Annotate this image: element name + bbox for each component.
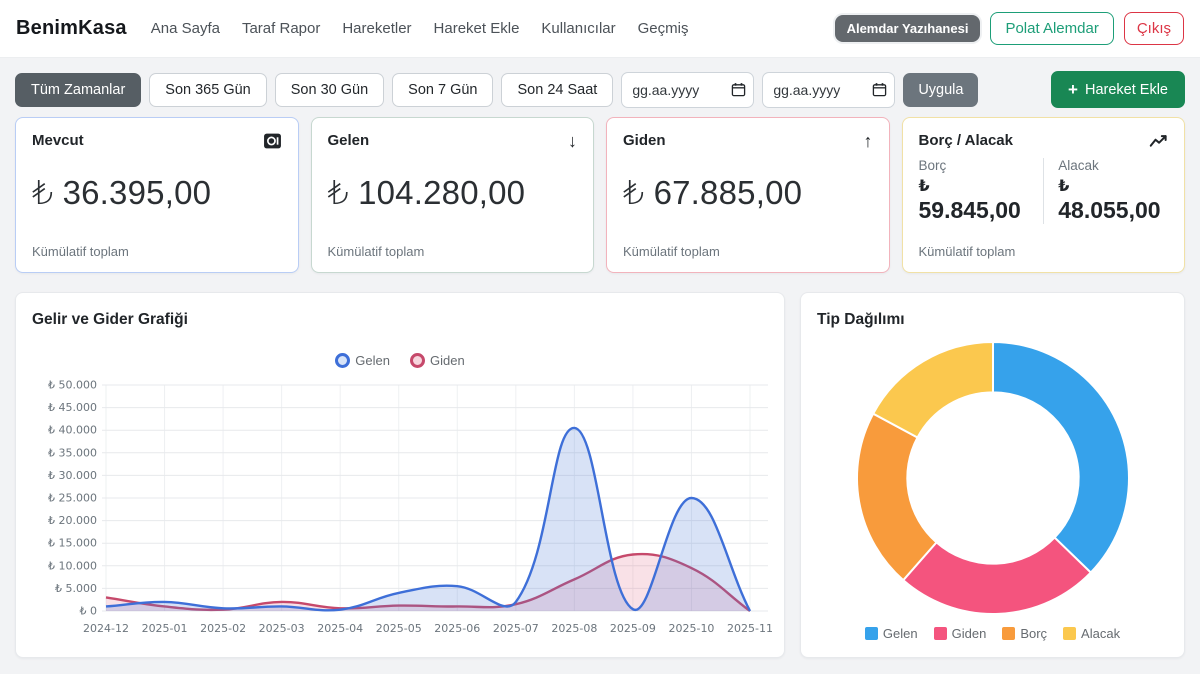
legend-label: Giden bbox=[952, 626, 987, 641]
arrow-up-icon: ↑ bbox=[864, 132, 873, 150]
borc-alacak-columns: Borç ₺ 59.845,00 Alacak ₺ 48.055,00 bbox=[919, 158, 1169, 224]
date-from-wrap bbox=[621, 72, 754, 108]
card-mevcut-subtitle: Kümülatif toplam bbox=[32, 244, 129, 259]
legend-marker bbox=[865, 627, 878, 640]
arrow-down-icon: ↓ bbox=[568, 132, 577, 150]
card-borc-alacak: Borç / Alacak Borç ₺ 59.845,00 Alacak ₺ … bbox=[902, 117, 1186, 273]
range-button-tum-zamanlar[interactable]: Tüm Zamanlar bbox=[15, 73, 141, 107]
borc-label: Borç bbox=[919, 158, 1036, 173]
nav-item-hareket-ekle[interactable]: Hareket Ekle bbox=[434, 20, 520, 37]
date-to-wrap bbox=[762, 72, 895, 108]
card-gelen: Gelen ↓ ₺ 104.280,00 Kümülatif toplam bbox=[311, 117, 595, 273]
dashboard-page: BenimKasa Ana Sayfa Taraf Rapor Hareketl… bbox=[0, 0, 1200, 674]
legend-item-alacak[interactable]: Alacak bbox=[1063, 626, 1120, 641]
line-chart-canvas bbox=[28, 377, 772, 639]
add-hareket-button[interactable]: + Hareket Ekle bbox=[1051, 71, 1185, 108]
legend-item-gelen[interactable]: Gelen bbox=[335, 353, 390, 368]
legend-label: Alacak bbox=[1081, 626, 1120, 641]
alacak-label: Alacak bbox=[1058, 158, 1160, 173]
filter-bar: Tüm Zamanlar Son 365 Gün Son 30 Gün Son … bbox=[15, 71, 1185, 108]
top-navbar: BenimKasa Ana Sayfa Taraf Rapor Hareketl… bbox=[0, 0, 1200, 58]
nav-item-ana-sayfa[interactable]: Ana Sayfa bbox=[151, 20, 220, 37]
legend-label: Borç bbox=[1020, 626, 1047, 641]
card-mevcut-title: Mevcut bbox=[32, 132, 282, 149]
legend-item-giden[interactable]: Giden bbox=[410, 353, 465, 368]
charts-row: Gelir ve Gider Grafiği Gelen Giden Tip Da… bbox=[15, 292, 1185, 658]
borc-column: Borç ₺ 59.845,00 bbox=[919, 158, 1044, 224]
card-giden-title: Giden bbox=[623, 132, 873, 149]
line-chart-card: Gelir ve Gider Grafiği Gelen Giden bbox=[15, 292, 785, 658]
borc-value: 59.845,00 bbox=[919, 197, 1036, 224]
alacak-currency: ₺ bbox=[1058, 176, 1160, 196]
org-badge: Alemdar Yazıhanesi bbox=[835, 15, 981, 42]
calendar-icon bbox=[872, 82, 887, 97]
card-giden-subtitle: Kümülatif toplam bbox=[623, 244, 720, 259]
range-button-son-30-gun[interactable]: Son 30 Gün bbox=[275, 73, 384, 107]
legend-label: Gelen bbox=[883, 626, 918, 641]
legend-label: Gelen bbox=[355, 353, 390, 368]
calendar-icon bbox=[731, 82, 746, 97]
safe-icon bbox=[263, 132, 282, 156]
card-mevcut: Mevcut ₺ 36.395,00 Kümülatif toplam bbox=[15, 117, 299, 273]
donut-chart-canvas bbox=[819, 337, 1167, 617]
line-chart-title: Gelir ve Gider Grafiği bbox=[32, 311, 188, 329]
card-giden-value: ₺ 67.885,00 bbox=[623, 173, 873, 212]
nav-item-hareketler[interactable]: Hareketler bbox=[342, 20, 411, 37]
borc-currency: ₺ bbox=[919, 176, 1036, 196]
nav-item-taraf-rapor[interactable]: Taraf Rapor bbox=[242, 20, 320, 37]
card-gelen-title: Gelen bbox=[328, 132, 578, 149]
add-hareket-label: Hareket Ekle bbox=[1085, 82, 1168, 98]
brand-logo[interactable]: BenimKasa bbox=[16, 17, 127, 40]
legend-marker bbox=[410, 353, 425, 368]
donut-chart-legend: Gelen Giden Borç Alacak bbox=[801, 626, 1184, 641]
apply-button[interactable]: Uygula bbox=[903, 73, 978, 107]
alacak-column: Alacak ₺ 48.055,00 bbox=[1043, 158, 1168, 224]
line-chart-legend: Gelen Giden bbox=[16, 353, 784, 368]
card-borc-alacak-subtitle: Kümülatif toplam bbox=[919, 244, 1016, 259]
chart-line-icon bbox=[1149, 132, 1168, 156]
card-borc-alacak-title: Borç / Alacak bbox=[919, 132, 1169, 149]
card-gelen-value: ₺ 104.280,00 bbox=[328, 173, 578, 212]
donut-chart-card: Tip Dağılımı Gelen Giden Borç Alacak bbox=[800, 292, 1185, 658]
legend-marker bbox=[335, 353, 350, 368]
legend-item-giden[interactable]: Giden bbox=[934, 626, 987, 641]
legend-marker bbox=[934, 627, 947, 640]
user-button[interactable]: Polat Alemdar bbox=[990, 12, 1113, 45]
legend-item-borç[interactable]: Borç bbox=[1002, 626, 1047, 641]
navbar-right: Alemdar Yazıhanesi Polat Alemdar Çıkış bbox=[835, 12, 1184, 45]
legend-marker bbox=[1002, 627, 1015, 640]
legend-marker bbox=[1063, 627, 1076, 640]
card-gelen-subtitle: Kümülatif toplam bbox=[328, 244, 425, 259]
plus-icon: + bbox=[1068, 81, 1078, 98]
range-button-son-365-gun[interactable]: Son 365 Gün bbox=[149, 73, 266, 107]
donut-chart-title: Tip Dağılımı bbox=[817, 311, 905, 329]
nav-item-kullanicilar[interactable]: Kullanıcılar bbox=[541, 20, 615, 37]
logout-button[interactable]: Çıkış bbox=[1124, 12, 1184, 45]
nav-item-gecmis[interactable]: Geçmiş bbox=[638, 20, 689, 37]
summary-cards: Mevcut ₺ 36.395,00 Kümülatif toplam Gele… bbox=[15, 117, 1185, 273]
card-giden: Giden ↑ ₺ 67.885,00 Kümülatif toplam bbox=[606, 117, 890, 273]
legend-label: Giden bbox=[430, 353, 465, 368]
range-button-son-7-gun[interactable]: Son 7 Gün bbox=[392, 73, 493, 107]
range-button-son-24-saat[interactable]: Son 24 Saat bbox=[501, 73, 613, 107]
alacak-value: 48.055,00 bbox=[1058, 197, 1160, 224]
card-mevcut-value: ₺ 36.395,00 bbox=[32, 173, 282, 212]
legend-item-gelen[interactable]: Gelen bbox=[865, 626, 918, 641]
